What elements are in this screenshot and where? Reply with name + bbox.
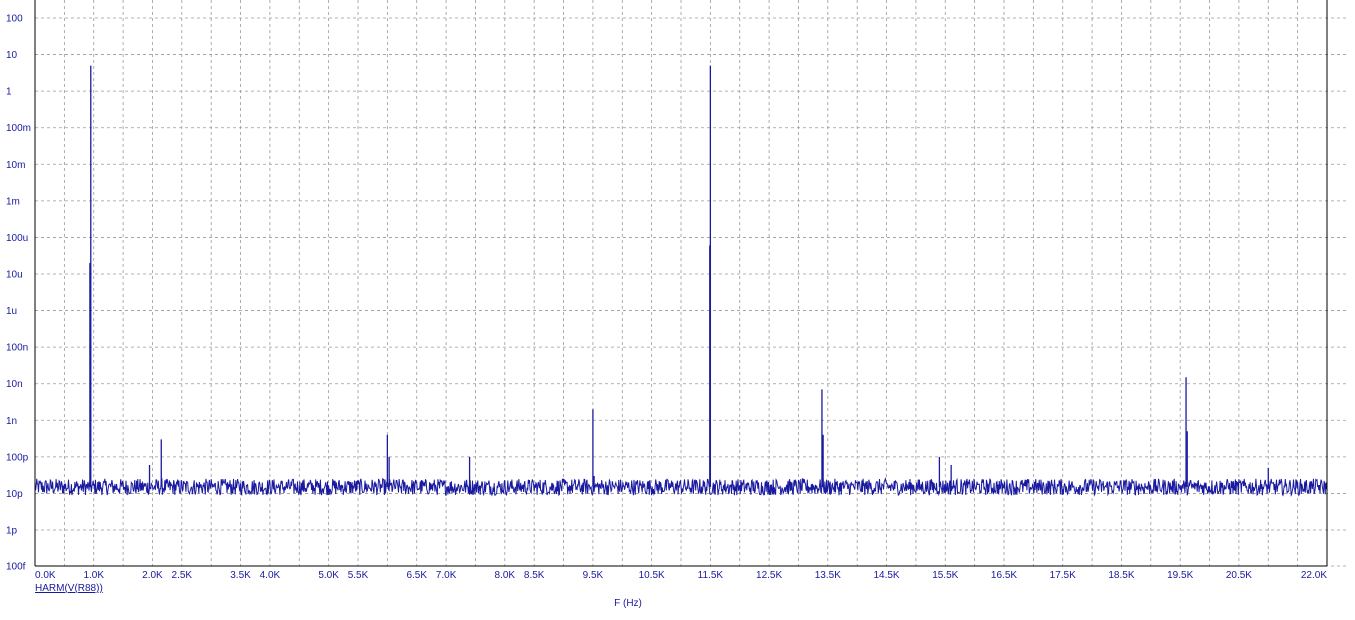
y-tick-label: 1m [6,196,20,207]
x-tick-label: 17.5K [1050,570,1076,581]
x-tick-label: 18.5K [1108,570,1134,581]
x-tick-label: 22.0K [1301,570,1327,581]
y-tick-label: 10p [6,489,23,500]
y-tick-label: 1u [6,306,17,317]
y-tick-labels: 100 10 1 100m 10m 1m 100u 10u 1u 100n 10n 1n 100p 10p… [6,14,31,573]
y-tick-label: 10n [6,379,23,390]
x-tick-label: 12.5K [756,570,782,581]
y-tick-label: 100 [6,14,23,25]
x-tick-label: 20.5K [1226,570,1252,581]
x-tick-label: 7.0K [436,570,457,581]
x-tick-label: 11.5K [698,570,724,581]
x-tick-label: 16.5K [991,570,1017,581]
y-tick-label: 1n [6,416,17,427]
y-tick-label: 1p [6,526,18,537]
x-tick-label: 8.0K [495,570,516,581]
y-tick-label: 100n [6,343,28,354]
y-tick-label: 100u [6,233,28,244]
x-tick-label: 8.5K [524,570,545,581]
x-tick-label: 15.5K [932,570,958,581]
y-tick-label: 10u [6,270,23,281]
x-tick-label: 19.5K [1167,570,1193,581]
y-tick-label: 10 [6,50,18,61]
trace-label: HARM(V(R88)) [35,583,103,594]
grid-lines [35,0,1347,567]
y-tick-label: 100p [6,452,29,463]
x-tick-label: 10.5K [639,570,665,581]
x-tick-label: 1.0K [83,570,104,581]
harmonic-spectrum-plot: 100 10 1 100m 10m 1m 100u 10u 1u 100n 10n 1n 100p 10p… [6,0,1347,609]
x-tick-label: 6.5K [406,570,427,581]
x-tick-label: 0.0K [35,570,56,581]
y-tick-label: 100m [6,123,31,134]
x-axis-title: F (Hz) [614,598,642,609]
x-tick-label: 9.5K [583,570,604,581]
y-tick-label: 100f [6,562,26,573]
x-tick-label: 2.5K [172,570,193,581]
x-tick-label: 2.0K [142,570,163,581]
x-tick-label: 5.0K [318,570,339,581]
x-tick-label: 4.0K [260,570,281,581]
x-tick-label: 14.5K [873,570,899,581]
y-tick-label: 10m [6,160,25,171]
x-tick-label: 3.5K [230,570,251,581]
spectrum-trace [34,65,1328,497]
x-tick-labels: 0.0K 1.0K 2.0K 2.5K 3.5K 4.0K 5.0K 5.5K 6.5K 7.0K… [35,570,1327,581]
x-tick-label: 13.5K [815,570,841,581]
y-tick-label: 1 [6,87,12,98]
x-tick-label: 5.5K [348,570,369,581]
